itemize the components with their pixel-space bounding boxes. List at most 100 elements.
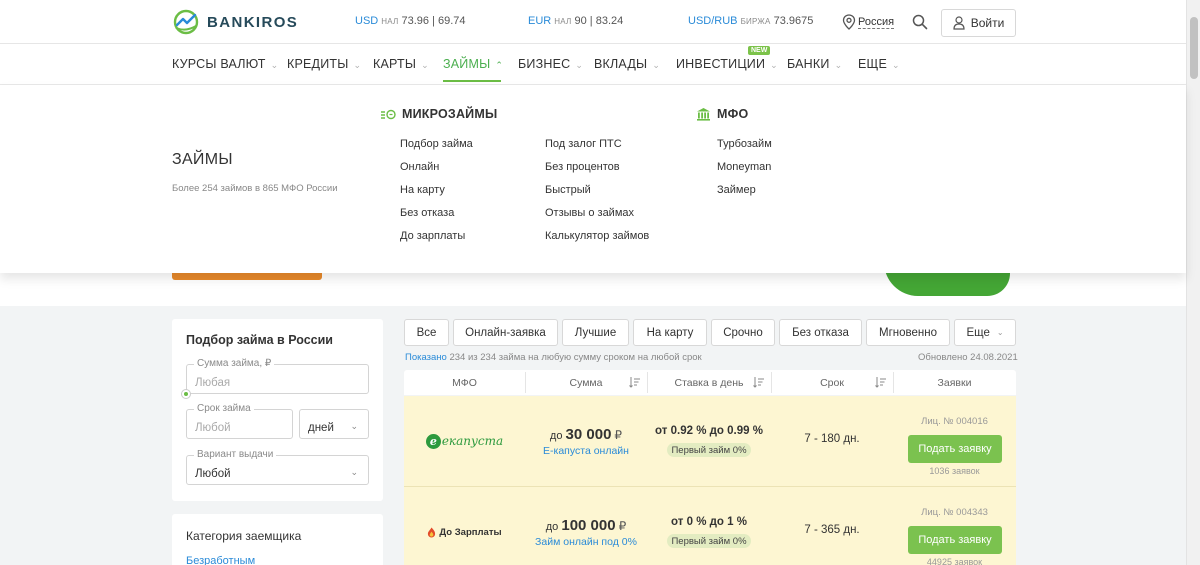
nav-item-investments[interactable]: ИНВЕСТИЦИИ ⌄ <box>676 57 778 71</box>
menu-link[interactable]: Под залог ПТС <box>545 138 622 150</box>
menu-subtitle: Более 254 займов в 865 МФО России <box>172 183 338 194</box>
rate-currency: USD <box>355 15 379 27</box>
tab-urgent[interactable]: Срочно <box>711 319 775 346</box>
updated-date: Обновлено 24.08.2021 <box>918 352 1018 363</box>
apply-button[interactable]: Подать заявку <box>908 526 1002 554</box>
nav-item-rates[interactable]: КУРСЫ ВАЛЮТ ⌄ <box>172 57 278 71</box>
rate-value: 73.9675 <box>773 15 814 27</box>
rate-currency: EUR <box>528 15 552 27</box>
term-unit-value: дней <box>308 422 334 434</box>
menu-link[interactable]: Без отказа <box>400 207 454 219</box>
brand-logo[interactable]: e екапуста <box>404 396 525 486</box>
currency-symbol: ₽ <box>614 428 623 442</box>
dozarplaty-logo-icon <box>428 527 436 537</box>
mfo-heading-label: МФО <box>717 107 749 121</box>
column-label: Ставка в день <box>674 376 744 389</box>
menu-link[interactable]: Подбор займа <box>400 138 473 150</box>
category-title: Категория заемщика <box>186 529 302 543</box>
rate-eur[interactable]: EUR нал 90 | 83.24 <box>528 15 623 27</box>
menu-link[interactable]: Быстрый <box>545 184 591 196</box>
table-header: МФО Сумма Ставка в день Срок Заявки <box>404 370 1016 395</box>
rate-usd[interactable]: USD нал 73.96 | 69.74 <box>355 15 466 27</box>
chevron-down-icon: ⌄ <box>350 421 358 431</box>
apply-button[interactable]: Подать заявку <box>908 435 1002 463</box>
column-label: МФО <box>452 376 477 389</box>
nav-label: БИЗНЕС <box>518 57 571 71</box>
amount-input[interactable]: Сумма займа, ₽ Любая <box>186 358 369 394</box>
menu-link[interactable]: Калькулятор займов <box>545 230 649 242</box>
login-button[interactable]: Войти <box>941 9 1016 37</box>
nav-item-loans[interactable]: ЗАЙМЫ ⌃ <box>443 57 503 71</box>
microloans-heading: МИКРОЗАЙМЫ <box>380 107 497 121</box>
brand-logo[interactable]: До Зарплаты <box>404 487 525 565</box>
menu-link[interactable]: Займер <box>717 184 756 196</box>
amount-value: 30 000 <box>565 426 612 443</box>
term-input[interactable]: Срок займа Любой <box>186 403 293 439</box>
location-pin-icon <box>842 14 856 30</box>
product-link[interactable]: Займ онлайн под 0% <box>525 536 647 548</box>
menu-link[interactable]: Moneyman <box>717 161 771 173</box>
nav-label: КУРСЫ ВАЛЮТ <box>172 57 266 71</box>
column-amount[interactable]: Сумма <box>525 370 647 395</box>
tab-instant[interactable]: Мгновенно <box>866 319 950 346</box>
first-loan-badge: Первый займ 0% <box>667 443 751 457</box>
term-unit-select[interactable]: дней ⌄ <box>299 409 369 439</box>
loans-dropdown-menu: ЗАЙМЫ Более 254 займов в 865 МФО России … <box>0 85 1186 273</box>
menu-link[interactable]: До зарплаты <box>400 230 465 242</box>
chevron-down-icon: ⌄ <box>270 60 279 70</box>
tab-no-refusal[interactable]: Без отказа <box>779 319 862 346</box>
menu-link[interactable]: Без процентов <box>545 161 620 173</box>
amount-slider-handle[interactable] <box>181 389 191 399</box>
nav-item-business[interactable]: БИЗНЕС ⌄ <box>518 57 583 71</box>
loan-filter-card: Подбор займа в России Сумма займа, ₽ Люб… <box>172 319 383 501</box>
tab-to-card[interactable]: На карту <box>633 319 707 346</box>
product-link[interactable]: Е-капуста онлайн <box>525 445 647 457</box>
chevron-down-icon: ⌄ <box>421 60 429 70</box>
nav-item-deposits[interactable]: ВКЛАДЫ ⌄ <box>594 57 660 71</box>
menu-link[interactable]: Турбозайм <box>717 138 772 150</box>
rate-currency: USD/RUB <box>688 15 738 27</box>
logo[interactable]: BANKIROS <box>172 9 298 35</box>
amount-placeholder: Любая <box>195 377 231 389</box>
microloans-heading-label: МИКРОЗАЙМЫ <box>402 107 498 121</box>
region-selector[interactable]: Россия <box>842 14 895 30</box>
column-label: Заявки <box>937 376 972 389</box>
payout-label: Вариант выдачи <box>194 449 277 460</box>
term-label: Срок займа <box>194 403 254 414</box>
tab-more-label: Еще <box>966 326 990 339</box>
tab-best[interactable]: Лучшие <box>562 319 629 346</box>
page-scrollbar[interactable] <box>1186 0 1200 565</box>
nav-item-cards[interactable]: КАРТЫ ⌄ <box>373 57 429 71</box>
column-term[interactable]: Срок <box>771 370 893 395</box>
payout-select[interactable]: Вариант выдачи Любой ⌄ <box>186 449 369 485</box>
loan-term: 7 - 365 дн. <box>804 524 860 536</box>
amount-label: Сумма займа, ₽ <box>194 358 275 369</box>
amount-prefix: до <box>545 521 559 533</box>
nav-item-more[interactable]: ЕЩЕ ⌄ <box>858 57 900 71</box>
logo-icon <box>173 9 199 35</box>
chevron-down-icon: ⌄ <box>770 60 778 70</box>
tab-all[interactable]: Все <box>404 319 449 346</box>
scrollbar-thumb[interactable] <box>1190 17 1198 79</box>
menu-link[interactable]: На карту <box>400 184 445 196</box>
shown-text: 234 из 234 займа на любую сумму сроком н… <box>449 352 702 363</box>
column-rate[interactable]: Ставка в день <box>647 370 771 395</box>
tab-more[interactable]: Еще ⌄ <box>954 319 1016 346</box>
region-label: Россия <box>858 15 895 29</box>
user-icon <box>953 16 965 30</box>
sort-icon <box>629 377 640 388</box>
requests-count: 1036 заявок <box>929 466 980 476</box>
chevron-down-icon: ⌄ <box>575 60 584 70</box>
category-link[interactable]: Безработным <box>186 555 255 565</box>
search-icon[interactable] <box>912 14 928 30</box>
nav-item-credits[interactable]: КРЕДИТЫ ⌄ <box>287 57 361 71</box>
license-number: Лиц. № 004343 <box>921 507 988 518</box>
rate-usdrub[interactable]: USD/RUB биржа 73.9675 <box>688 15 813 27</box>
menu-link[interactable]: Отзывы о займах <box>545 207 634 219</box>
rate-type: нал <box>554 17 572 26</box>
nav-item-banks[interactable]: БАНКИ ⌄ <box>787 57 842 71</box>
tab-online[interactable]: Онлайн-заявка <box>453 319 558 346</box>
amount-prefix: до <box>549 430 563 442</box>
menu-link[interactable]: Онлайн <box>400 161 439 173</box>
loan-amount: до 100 000 ₽ <box>525 517 647 534</box>
